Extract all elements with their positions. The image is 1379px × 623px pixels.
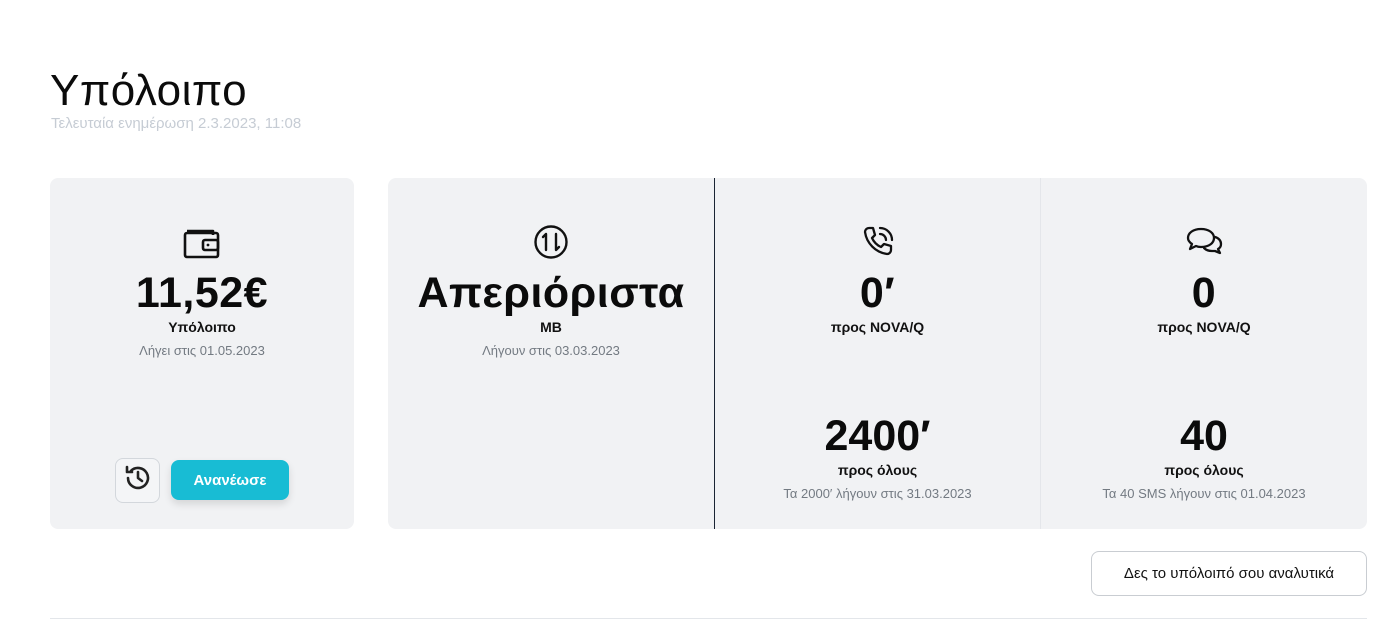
data-transfer-icon [531,222,571,262]
balance-amount: 11,52€ [135,269,269,317]
chat-icon [1184,222,1224,262]
phone-icon [858,222,898,262]
history-button[interactable] [115,458,160,503]
page-title: Υπόλοιπο [50,66,248,115]
voice-all-expiry: Τα 2000′ λήγουν στις 31.03.2023 [783,486,972,501]
sms-onnet-value: 0 [1191,269,1217,317]
last-update-text: Τελευταία ενημέρωση 2.3.2023, 11:08 [51,115,302,132]
view-detailed-balance-button[interactable]: Δες το υπόλοιπό σου αναλυτικά [1091,551,1367,596]
history-icon [123,463,153,498]
sms-column: 0 προς NOVA/Q 40 προς όλους Τα 40 SMS λή… [1040,178,1367,529]
sms-all-label: προς όλους [1164,462,1244,478]
sms-all-value: 40 [1180,412,1228,460]
data-value: Απεριόριστα [417,269,685,317]
voice-onnet-label: προς NOVA/Q [830,319,925,335]
sms-all-expiry: Τα 40 SMS λήγουν στις 01.04.2023 [1102,486,1306,501]
allowances-card: Απεριόριστα MB Λήγουν στις 03.03.2023 0′… [388,178,1367,529]
wallet-icon [182,222,222,262]
voice-all-label: προς όλους [837,462,918,478]
balance-expiry: Λήγει στις 01.05.2023 [139,343,265,358]
data-unit: MB [540,319,562,335]
balance-card: 11,52€ Υπόλοιπο Λήγει στις 01.05.2023 Αν… [50,178,354,529]
voice-onnet-value: 0′ [859,269,896,317]
sms-onnet-label: προς NOVA/Q [1157,319,1251,335]
voice-all-value: 2400′ [824,412,931,460]
voice-column: 0′ προς NOVA/Q 2400′ προς όλους Τα 2000′… [714,178,1040,529]
renew-button[interactable]: Ανανέωσε [171,460,289,500]
divider [50,618,1367,619]
data-expiry: Λήγουν στις 03.03.2023 [482,343,620,358]
balance-label: Υπόλοιπο [168,319,236,335]
data-column: Απεριόριστα MB Λήγουν στις 03.03.2023 [388,178,714,529]
